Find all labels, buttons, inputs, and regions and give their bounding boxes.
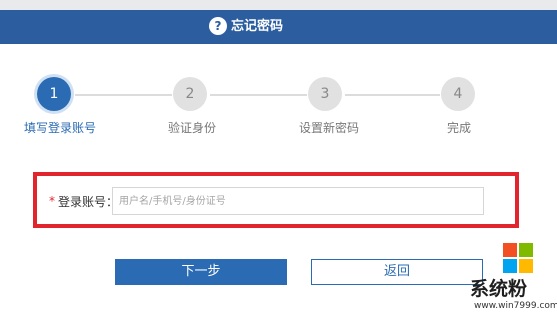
step-3-circle: 3 [308,77,342,111]
question-circle-icon: ? [209,17,227,35]
watermark-url: www.win7999.com [474,301,557,311]
step-1-circle: 1 [37,77,71,111]
required-marker: * [49,194,55,208]
account-input[interactable] [112,187,484,215]
watermark-text: 系统粉 [470,278,528,300]
page-title: 忘记密码 [231,19,284,34]
step-connector [345,94,440,96]
step-4-label: 完成 [446,121,471,135]
next-button[interactable]: 下一步 [115,259,287,285]
step-2-circle: 2 [173,77,207,111]
back-button[interactable]: 返回 [311,259,483,285]
step-4-circle: 4 [441,77,475,111]
step-connector [210,94,307,96]
step-3-label: 设置新密码 [298,121,359,135]
step-1-label: 填写登录账号 [23,121,96,135]
step-connector [75,94,172,96]
step-2-label: 验证身份 [167,121,216,135]
windows-logo-icon [503,243,533,273]
browser-top-strip [0,0,557,10]
account-label: 登录账号： [58,195,119,209]
